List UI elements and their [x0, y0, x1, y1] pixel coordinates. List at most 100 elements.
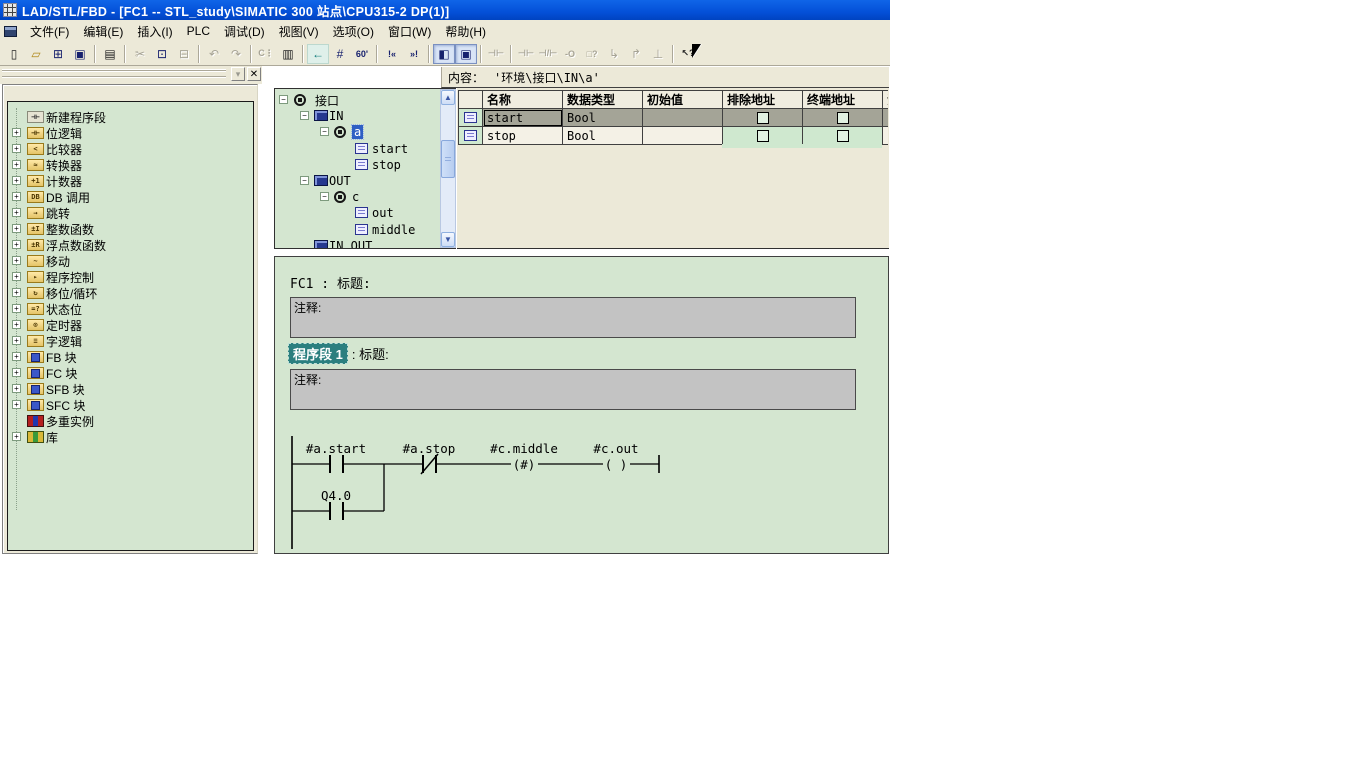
iface-item-stop[interactable]: stop	[275, 157, 455, 173]
sidebar-item-fc-blocks[interactable]: + FC 块	[8, 365, 253, 381]
new-file-button[interactable]: ▯	[3, 44, 25, 64]
interface-tree-scrollbar[interactable]: ▲ ▼	[440, 89, 456, 248]
column-header-5[interactable]: 终端地址	[803, 91, 883, 109]
expand-plus-icon[interactable]: +	[12, 144, 21, 153]
checkbox[interactable]	[756, 111, 769, 124]
sidebar-item-move[interactable]: + ~ 移动	[8, 253, 253, 269]
sidebar-item-sfc-blocks[interactable]: + SFC 块	[8, 397, 253, 413]
iface-item-middle[interactable]: middle	[275, 222, 455, 238]
cell-terminal-addr[interactable]	[803, 127, 883, 145]
menu-item-1[interactable]: 编辑(E)	[76, 20, 130, 43]
iface-item-interface[interactable]: − 接口	[275, 92, 455, 108]
expand-plus-icon[interactable]: +	[12, 288, 21, 297]
expand-plus-icon[interactable]: +	[12, 192, 21, 201]
checkbox[interactable]	[836, 111, 849, 124]
expand-plus-icon[interactable]: +	[12, 384, 21, 393]
monitor-on-off-button[interactable]: ▥	[277, 44, 299, 64]
menu-item-3[interactable]: PLC	[180, 21, 217, 41]
open-online-button[interactable]: ⊞	[47, 44, 69, 64]
table-row[interactable]: stop Bool	[459, 127, 888, 145]
cell-initvalue[interactable]	[643, 127, 723, 145]
cell-terminal-addr[interactable]	[803, 109, 883, 127]
expand-plus-icon[interactable]: +	[12, 240, 21, 249]
iface-item-a[interactable]: − a	[275, 124, 455, 140]
open-file-button[interactable]: ▱	[25, 44, 47, 64]
column-header-4[interactable]: 排除地址	[723, 91, 803, 109]
expand-plus-icon[interactable]: +	[12, 432, 21, 441]
sidebar-item-program-control[interactable]: + ▸ 程序控制	[8, 269, 253, 285]
expand-plus-icon[interactable]: +	[12, 336, 21, 345]
menu-item-4[interactable]: 调试(D)	[217, 20, 272, 43]
column-header-3[interactable]: 初始值	[643, 91, 723, 109]
iface-item-in-out[interactable]: IN_OUT	[275, 238, 455, 248]
symbol-info-button[interactable]: 60'	[351, 44, 373, 64]
sidebar-item-fb-blocks[interactable]: + FB 块	[8, 349, 253, 365]
sidebar-item-word-logic[interactable]: + ≡ 字逻辑	[8, 333, 253, 349]
contact-label-middle[interactable]: #c.middle	[490, 441, 558, 456]
sidebar-item-bit-logic[interactable]: + ⊣⊢ 位逻辑	[8, 125, 253, 141]
goto-button[interactable]: ←	[307, 43, 329, 64]
menu-item-0[interactable]: 文件(F)	[23, 20, 76, 43]
sidebar-item-converter[interactable]: + ≈ 转换器	[8, 157, 253, 173]
cell-datatype[interactable]: Bool	[563, 127, 643, 145]
iface-item-start[interactable]: start	[275, 141, 455, 157]
table-row[interactable]: start Bool	[459, 109, 888, 127]
column-header-6[interactable]: 注释	[883, 91, 888, 109]
expand-plus-icon[interactable]: +	[12, 304, 21, 313]
toggle-overview-pane-button[interactable]: ▣	[455, 43, 477, 64]
expand-plus-icon[interactable]: +	[12, 352, 21, 361]
cell-initvalue[interactable]	[643, 109, 723, 127]
iface-item-out[interactable]: out	[275, 205, 455, 221]
iface-item-in[interactable]: − IN	[275, 108, 455, 124]
ladder-diagram[interactable]: (#) ( ) #a.start #a.stop #c.middle #c.ou…	[275, 257, 888, 553]
menu-item-6[interactable]: 选项(O)	[326, 20, 381, 43]
checkbox[interactable]	[836, 129, 849, 142]
next-error-button[interactable]: »!	[403, 44, 425, 64]
sidebar-item-timers[interactable]: + ⊙ 定时器	[8, 317, 253, 333]
expand-plus-icon[interactable]: +	[12, 368, 21, 377]
output-coil-glyph[interactable]: ( )	[605, 457, 628, 472]
menu-item-2[interactable]: 插入(I)	[130, 20, 179, 43]
sidebar-item-counter[interactable]: + +1 计数器	[8, 173, 253, 189]
checkbox[interactable]	[756, 129, 769, 142]
cell-datatype[interactable]: Bool	[563, 109, 643, 127]
contact-label-start[interactable]: #a.start	[306, 441, 366, 456]
rebar-close-button[interactable]: ✕	[247, 67, 261, 81]
cell-comment[interactable]	[883, 109, 888, 127]
branch-label-q40[interactable]: Q4.0	[321, 488, 351, 503]
expand-plus-icon[interactable]: +	[12, 400, 21, 409]
expand-plus-icon[interactable]: +	[12, 224, 21, 233]
scroll-down-button[interactable]: ▼	[441, 232, 455, 247]
mdi-child-icon[interactable]	[4, 25, 17, 37]
scrollbar-thumb[interactable]	[441, 140, 455, 178]
sidebar-item-multi-instance[interactable]: 多重实例	[8, 413, 253, 429]
column-header-0[interactable]	[459, 91, 483, 109]
menu-item-7[interactable]: 窗口(W)	[381, 20, 438, 43]
cell-exclusive-addr[interactable]	[723, 127, 803, 145]
expand-plus-icon[interactable]: +	[12, 208, 21, 217]
collapse-minus-icon[interactable]: −	[320, 127, 329, 136]
column-header-2[interactable]: 数据类型	[563, 91, 643, 109]
lad-editor[interactable]: FC1 : 标题: 注释: 程序段 1 : 标题: 注释: (#) () #a…	[274, 256, 889, 554]
sidebar-item-new-network[interactable]: ⊣⊢ 新建程序段	[8, 109, 253, 125]
collapse-minus-icon[interactable]: −	[279, 95, 288, 104]
expand-plus-icon[interactable]: +	[12, 176, 21, 185]
collapse-minus-icon[interactable]: −	[320, 192, 329, 201]
cell-comment[interactable]	[883, 127, 888, 145]
print-button[interactable]: ▤	[99, 44, 121, 64]
expand-plus-icon[interactable]: +	[12, 128, 21, 137]
menu-item-8[interactable]: 帮助(H)	[438, 20, 493, 43]
sidebar-item-library[interactable]: + 库	[8, 429, 253, 445]
sidebar-item-db-call[interactable]: + DB DB 调用	[8, 189, 253, 205]
rebar-dropdown-button[interactable]: ▾	[231, 67, 245, 81]
previous-error-button[interactable]: !«	[381, 44, 403, 64]
sidebar-item-comparator[interactable]: + < 比较器	[8, 141, 253, 157]
cell-name[interactable]: stop	[483, 127, 563, 145]
save-button[interactable]: ▣	[69, 44, 91, 64]
contact-label-out[interactable]: #c.out	[593, 441, 638, 456]
scroll-up-button[interactable]: ▲	[441, 90, 455, 105]
sidebar-item-jump[interactable]: + → 跳转	[8, 205, 253, 221]
copy-button[interactable]: ⊡	[151, 44, 173, 64]
iface-item-c[interactable]: − c	[275, 189, 455, 205]
title-bar[interactable]: LAD/STL/FBD - [FC1 -- STL_study\SIMATIC …	[0, 0, 890, 20]
